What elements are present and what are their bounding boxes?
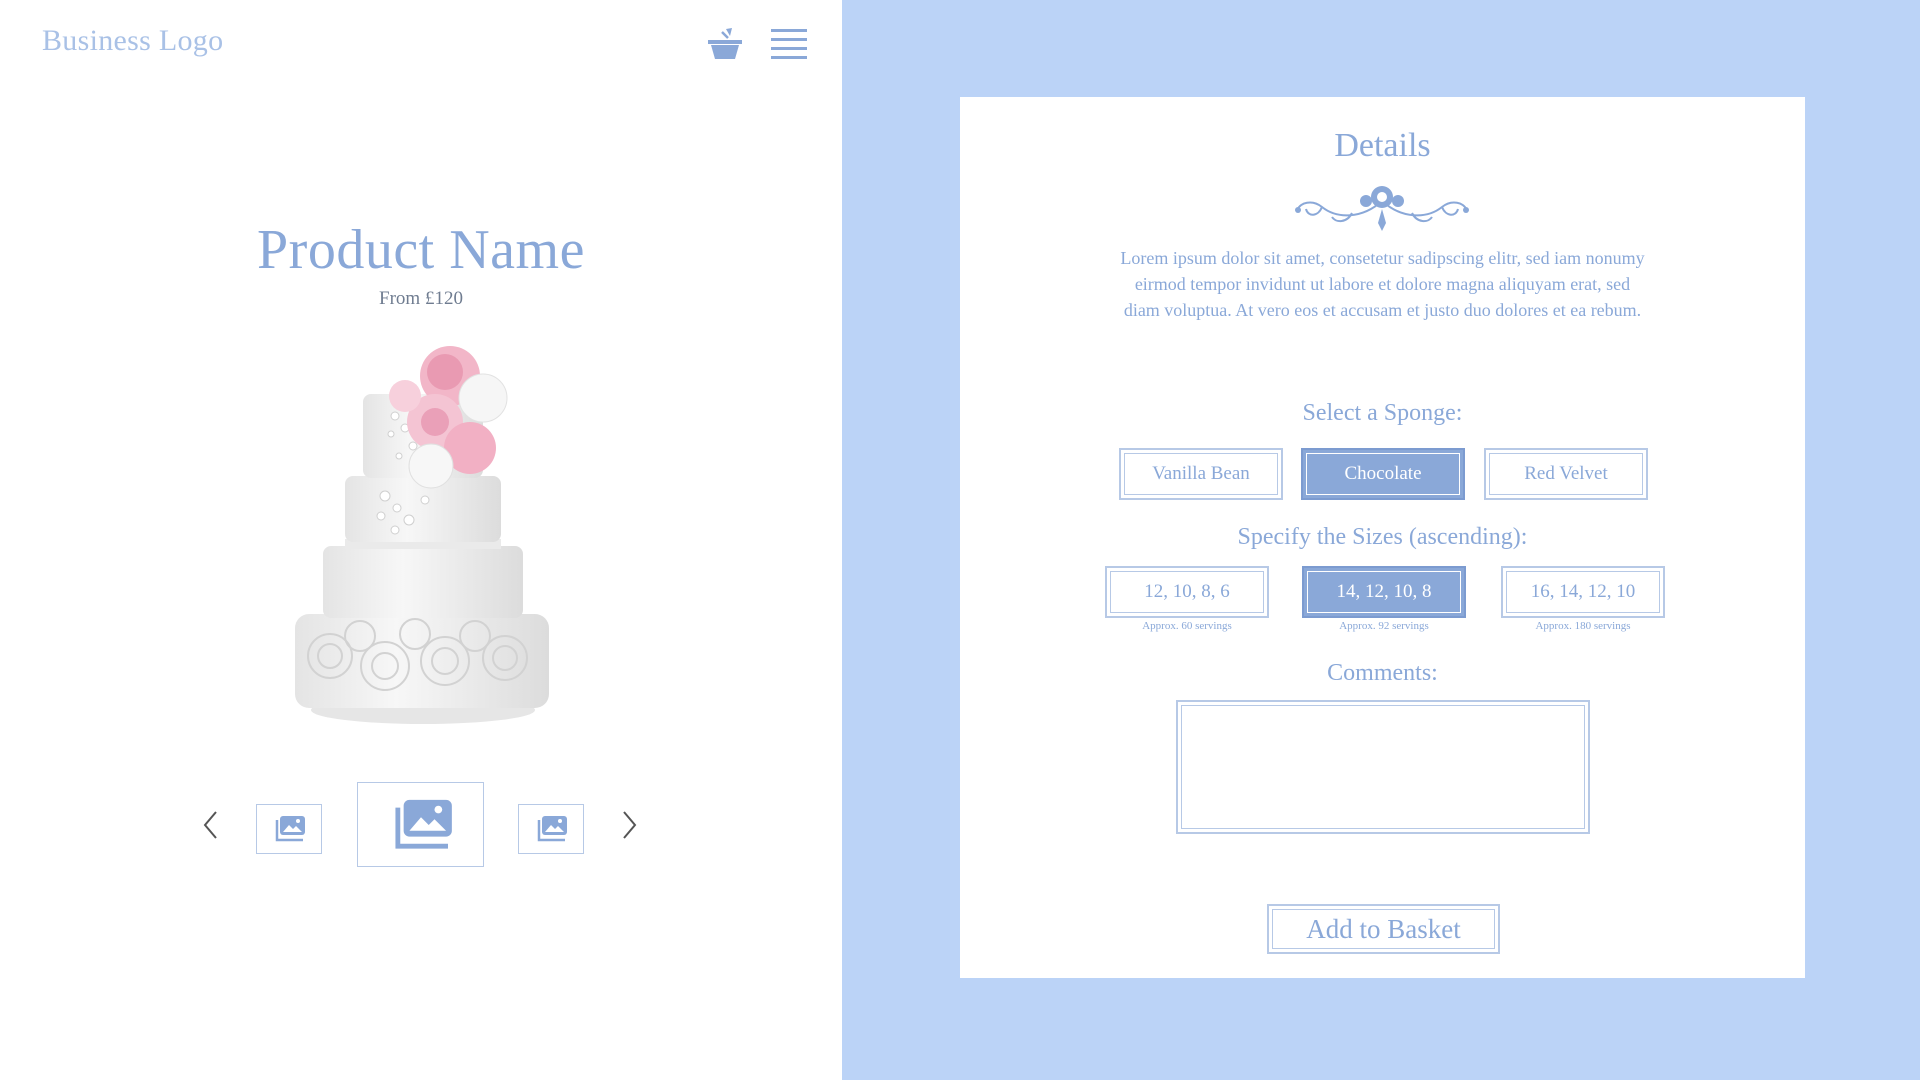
comments-label: Comments:	[1327, 660, 1438, 686]
details-panel: Details Lorem ipsum dolor sit amet, cons…	[842, 0, 1920, 1080]
chevron-right-graphic	[623, 811, 637, 839]
size-option-1[interactable]: 12, 10, 8, 6	[1105, 566, 1269, 618]
chevron-left-graphic	[203, 811, 217, 839]
thumbnail-1[interactable]	[256, 804, 322, 854]
product-price: From £120	[379, 288, 463, 309]
thumbnail-3[interactable]	[518, 804, 584, 854]
sizes-label: Specify the Sizes (ascending):	[1237, 524, 1528, 550]
image-gallery-icon	[394, 799, 452, 849]
product-image-cake	[295, 346, 549, 724]
size-servings-3: Approx. 180 servings	[1535, 620, 1631, 632]
business-logo[interactable]: Business Logo	[42, 24, 223, 58]
floral-ornament-icon	[1295, 186, 1469, 231]
image-gallery-icon	[275, 816, 305, 842]
add-to-basket-button[interactable]: Add to Basket	[1267, 904, 1500, 954]
comments-textarea[interactable]	[1176, 700, 1590, 834]
size-option-3[interactable]: 16, 14, 12, 10	[1501, 566, 1665, 618]
product-description: Lorem ipsum dolor sit amet, consetetur s…	[1120, 248, 1645, 320]
basket-icon-graphic	[708, 28, 742, 59]
sponge-option-chocolate[interactable]: Chocolate	[1301, 448, 1465, 500]
chevron-left-icon[interactable]	[198, 808, 224, 842]
image-carousel	[0, 780, 842, 870]
product-gallery-panel: Business Logo Product Name From £120	[0, 0, 842, 1080]
chevron-right-icon[interactable]	[616, 808, 642, 842]
details-title: Details	[1334, 127, 1431, 164]
details-card: Details Lorem ipsum dolor sit amet, cons…	[960, 97, 1805, 978]
sponge-option-red-velvet[interactable]: Red Velvet	[1484, 448, 1648, 500]
size-servings-2: Approx. 92 servings	[1339, 620, 1429, 632]
sponge-option-vanilla-bean[interactable]: Vanilla Bean	[1119, 448, 1283, 500]
product-name: Product Name	[257, 219, 585, 281]
image-gallery-icon	[537, 816, 567, 842]
size-servings-1: Approx. 60 servings	[1142, 620, 1232, 632]
hamburger-menu-icon[interactable]	[771, 28, 807, 60]
size-option-2[interactable]: 14, 12, 10, 8	[1302, 566, 1466, 618]
basket-icon[interactable]	[706, 26, 744, 62]
sponge-label: Select a Sponge:	[1302, 400, 1463, 426]
hamburger-menu-graphic	[771, 29, 807, 59]
thumbnail-2-active[interactable]	[357, 782, 484, 867]
